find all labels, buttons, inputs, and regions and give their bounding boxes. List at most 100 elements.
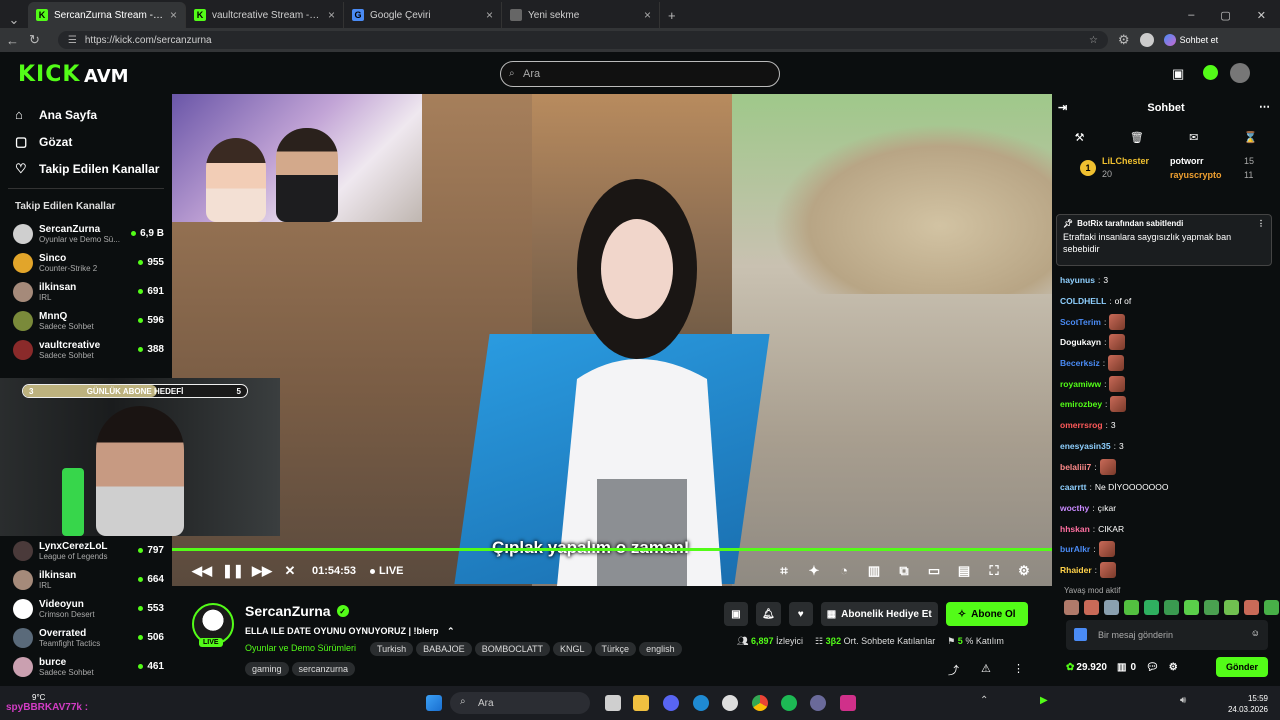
stream-tag[interactable]: gaming xyxy=(245,662,289,676)
user-avatar[interactable] xyxy=(1230,63,1250,83)
profile-avatar[interactable] xyxy=(1139,33,1154,47)
quick-emote-icon[interactable] xyxy=(1144,600,1159,615)
minimize-icon[interactable]: – xyxy=(1188,9,1194,22)
sidebar-nav-item[interactable]: ▢ Gözat xyxy=(0,128,172,155)
taskbar-clock[interactable]: 15:59 24.03.2026 xyxy=(1228,693,1268,715)
followed-channel[interactable]: burce Sadece Sohbet 461 xyxy=(0,652,172,681)
mute-icon[interactable]: ✕ xyxy=(282,563,298,579)
speed-icon[interactable]: ◔ xyxy=(836,563,852,579)
tab-close-icon[interactable]: × xyxy=(486,8,493,22)
followed-channel[interactable]: SercanZurna Oyunlar ve Demo Sü... 6,9 B xyxy=(0,219,172,248)
browser-tab[interactable]: G Google Çeviri × xyxy=(344,2,502,28)
chevron-up-icon[interactable]: ⌃ xyxy=(447,626,455,636)
kick-points-icon[interactable] xyxy=(1203,65,1218,80)
chat-message[interactable]: wocthy: çıkar xyxy=(1060,498,1274,519)
followed-channel[interactable]: LynxCerezLoL League of Legends 797 xyxy=(0,536,172,565)
points-value[interactable]: 29.920 xyxy=(1076,662,1107,673)
quick-emote-icon[interactable] xyxy=(1224,600,1239,615)
chat-menu-icon[interactable]: ⋯ xyxy=(1259,100,1270,113)
spotify-icon[interactable] xyxy=(781,695,797,711)
windows-start-icon[interactable] xyxy=(426,695,442,711)
report-icon[interactable]: ⚠ xyxy=(981,662,991,675)
notify-button[interactable]: 🔔︎ xyxy=(756,602,781,626)
quick-emote-icon[interactable] xyxy=(1244,600,1259,615)
chat-message[interactable]: caarrtt: Ne DİYOOOOOOO xyxy=(1060,477,1274,498)
maximize-icon[interactable]: ▢ xyxy=(1220,9,1230,22)
quick-emote-icon[interactable] xyxy=(1104,600,1119,615)
search-input[interactable]: ⌕ Ara xyxy=(500,61,780,87)
mini-player-icon[interactable]: ▤ xyxy=(956,563,972,579)
chat-username[interactable]: royamiww xyxy=(1060,379,1101,389)
chat-username[interactable]: caarrtt xyxy=(1060,482,1086,492)
chat-users-icon[interactable]: 💬︎ xyxy=(1146,662,1159,673)
app-icon[interactable] xyxy=(810,695,826,711)
chat-message[interactable]: burAlkr: xyxy=(1060,539,1274,560)
chat-username[interactable]: Becerksiz xyxy=(1060,358,1100,368)
chrome-icon[interactable] xyxy=(752,695,768,711)
stream-tag[interactable]: BABAJOE xyxy=(416,642,472,656)
chat-message[interactable]: hayunus:3 xyxy=(1060,270,1274,291)
followed-channel[interactable]: ilkinsan IRL 664 xyxy=(0,565,172,594)
chat-message[interactable]: emirozbey: xyxy=(1060,394,1274,415)
browser-tab[interactable]: Yeni sekme × xyxy=(502,2,660,28)
streamer-name[interactable]: SercanZurna xyxy=(245,603,331,619)
rewind-icon[interactable]: ◀◀ xyxy=(192,563,212,579)
chat-username[interactable]: hhskan xyxy=(1060,524,1090,534)
tab-close-icon[interactable]: × xyxy=(328,8,335,22)
sparkle-icon[interactable]: ✦ xyxy=(806,563,822,579)
followed-channel[interactable]: Videoyun Crimson Desert 553 xyxy=(0,594,172,623)
chat-message[interactable]: enesyasin35:3 xyxy=(1060,436,1274,457)
chat-username[interactable]: ScotTerim xyxy=(1060,317,1101,327)
volume-icon[interactable]: 🔊︎ xyxy=(1180,695,1186,706)
emoji-icon[interactable]: ☺ xyxy=(1251,628,1260,638)
followed-channel[interactable]: ilkinsan IRL 691 xyxy=(0,277,172,306)
chat-username[interactable]: hayunus xyxy=(1060,275,1095,285)
follow-button[interactable]: ♥ xyxy=(788,602,813,626)
tray-chevron-icon[interactable]: ⌃ xyxy=(980,695,988,706)
chat-username[interactable]: Rhaider xyxy=(1060,565,1092,575)
chat-username[interactable]: enesyasin35 xyxy=(1060,441,1111,451)
chat-settings-icon[interactable]: ⚙ xyxy=(1169,662,1178,673)
gift-sub-button[interactable]: ▦ Abonelik Hediye Et xyxy=(820,602,938,626)
chat-message[interactable]: ScotTerim: xyxy=(1060,311,1274,332)
chat-message[interactable]: hhskan: CIKAR xyxy=(1060,518,1274,539)
quick-emote-icon[interactable] xyxy=(1084,600,1099,615)
taskbar-search[interactable]: ⌕ Ara xyxy=(450,692,590,714)
stream-tag[interactable]: sercanzurna xyxy=(291,662,356,676)
stream-category[interactable]: Oyunlar ve Demo Sürümleri xyxy=(245,643,356,653)
send-button[interactable]: Gönder xyxy=(1215,657,1268,677)
chat-message[interactable]: Dogukayn: xyxy=(1060,332,1274,353)
followed-channel[interactable]: MnnQ Sadece Sohbet 596 xyxy=(0,306,172,335)
chat-username[interactable]: emirozbey xyxy=(1060,399,1102,409)
extensions-icon[interactable]: ⚙ xyxy=(1118,32,1130,48)
discord-icon[interactable] xyxy=(663,695,679,711)
stream-tag[interactable]: english xyxy=(639,642,682,656)
task-view-icon[interactable] xyxy=(605,695,621,711)
quick-emote-icon[interactable] xyxy=(1124,600,1139,615)
pinned-message[interactable]: 📌︎ BotRix tarafından sabitlendi ⋮ Etraft… xyxy=(1056,214,1272,266)
chat-message[interactable]: belaliii7: xyxy=(1060,456,1274,477)
close-icon[interactable]: ✕ xyxy=(1257,9,1266,22)
bookmark-star-icon[interactable]: ☆ xyxy=(1089,35,1098,46)
copilot-button[interactable]: Sohbet et xyxy=(1163,34,1218,46)
quick-emote-icon[interactable] xyxy=(1064,600,1079,615)
chat-message[interactable]: omerrsrog:3 xyxy=(1060,415,1274,436)
browser-tab[interactable]: K SercanZurna Stream - Watch Live o × xyxy=(28,2,186,28)
back-icon[interactable]: ← xyxy=(6,33,19,48)
edge-icon[interactable] xyxy=(693,695,709,711)
theater-icon[interactable]: ▭ xyxy=(926,563,942,579)
chat-bubble-icon[interactable]: ✉ xyxy=(1189,131,1198,144)
chat-badge-icon[interactable] xyxy=(1074,628,1087,641)
chat-message[interactable]: Rhaider: xyxy=(1060,560,1274,581)
stats-icon[interactable]: ▥ xyxy=(866,563,882,579)
chat-username[interactable]: wocthy xyxy=(1060,503,1089,513)
stream-tag[interactable]: BOMBOCLATT xyxy=(474,642,551,656)
chat-message[interactable]: COLDHELL: of of xyxy=(1060,291,1274,312)
tab-list-icon[interactable]: ⌄ xyxy=(0,12,28,28)
pause-icon[interactable]: ❚❚ xyxy=(222,563,244,579)
followed-channel[interactable]: Sinco Counter-Strike 2 955 xyxy=(0,248,172,277)
file-explorer-icon[interactable] xyxy=(633,695,649,711)
chat-username[interactable]: Dogukayn xyxy=(1060,337,1101,347)
quick-emote-icon[interactable] xyxy=(1184,600,1199,615)
followed-channel[interactable]: Overrated Teamfight Tactics 506 xyxy=(0,623,172,652)
